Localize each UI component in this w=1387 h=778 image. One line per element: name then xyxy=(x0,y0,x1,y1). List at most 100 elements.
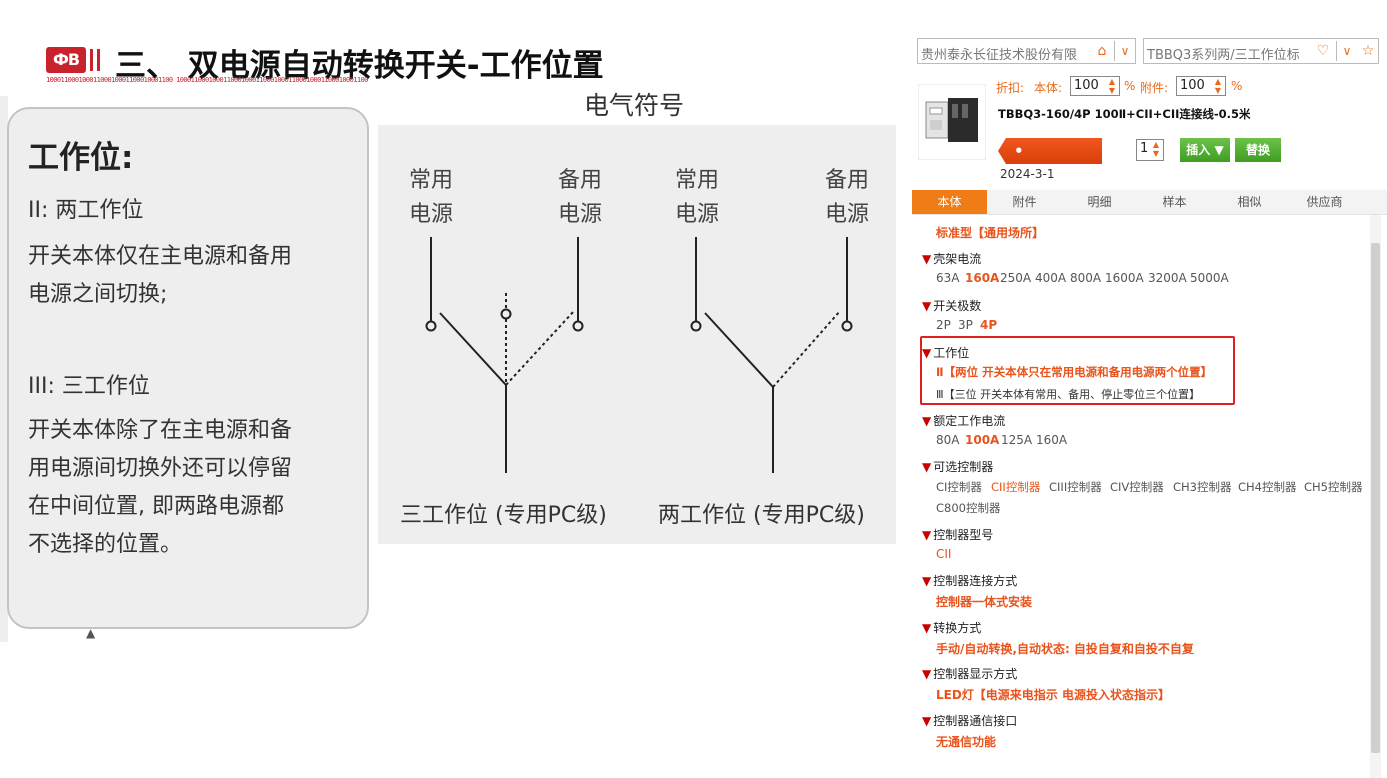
series-combo[interactable]: TBBQ3系列两/三工作位标 ♡ ∨ ☆ xyxy=(1143,38,1379,64)
desc-line: 开关本体仅在主电源和备用 xyxy=(28,244,293,269)
section-controllers[interactable]: ▼ 可选控制器 xyxy=(922,458,993,475)
option-civ-controller[interactable]: CIV控制器 xyxy=(1110,479,1164,495)
scrollbar-thumb[interactable] xyxy=(1371,243,1380,753)
tab-suppliers[interactable]: 供应商 xyxy=(1287,190,1362,214)
spinner-arrows-icon[interactable]: ▲ ▼ xyxy=(1106,77,1118,95)
price-tag: • ¥6235.00 xyxy=(998,138,1102,164)
vertical-scrollbar[interactable] xyxy=(1370,215,1381,778)
collapse-triangle-icon: ▼ xyxy=(922,714,932,728)
three-position-symbol xyxy=(425,237,584,473)
tab-details[interactable]: 明细 xyxy=(1062,190,1137,214)
collapse-triangle-icon: ▼ xyxy=(922,621,932,635)
star-icon[interactable]: ☆ xyxy=(1359,43,1377,59)
option-80a[interactable]: 80A xyxy=(936,433,959,447)
option-3p[interactable]: 3P xyxy=(958,318,973,332)
standard-type-option[interactable]: 标准型【通用场所】 xyxy=(936,224,1044,241)
section-connection[interactable]: ▼ 控制器连接方式 xyxy=(922,572,1017,589)
option-ch5-controller[interactable]: CH5控制器 xyxy=(1304,479,1363,495)
section-title: 控制器显示方式 xyxy=(933,667,1018,681)
chevron-down-icon[interactable]: ∨ xyxy=(1114,41,1135,61)
spinner-arrows-icon[interactable]: ▲ ▼ xyxy=(1212,77,1224,95)
replace-button[interactable]: 替换 xyxy=(1235,138,1281,162)
body-discount-input[interactable]: 100 ▲ ▼ xyxy=(1070,76,1120,96)
two-position-symbol xyxy=(690,237,853,473)
collapse-triangle-icon: ▼ xyxy=(922,574,932,588)
option-ciii-controller[interactable]: CIII控制器 xyxy=(1049,479,1102,495)
section-title: 可选控制器 xyxy=(933,460,994,474)
three-position-description: 开关本体除了在主电源和备 用电源间切换外还可以停留 在中间位置, 即两路电源都 … xyxy=(28,412,292,564)
collapse-triangle-icon: ▼ xyxy=(922,460,932,474)
option-100a[interactable]: 100A xyxy=(965,433,999,447)
option-63a[interactable]: 63A xyxy=(936,271,959,285)
release-date: 2024-3-1 xyxy=(1000,167,1055,181)
insert-button[interactable]: 插入 ▼ xyxy=(1180,138,1230,162)
collapse-triangle-icon: ▼ xyxy=(922,252,932,266)
option-ch4-controller[interactable]: CH4控制器 xyxy=(1238,479,1297,495)
favorite-house-icon[interactable]: ⌂ xyxy=(1093,43,1111,59)
section-title: 开关极数 xyxy=(933,299,982,313)
section-controller-model[interactable]: ▼ 控制器型号 xyxy=(922,526,993,543)
body-discount-value: 100 xyxy=(1074,78,1099,93)
chevron-down-icon[interactable]: ∨ xyxy=(1336,41,1357,61)
desc-line: 不选择的位置。 xyxy=(28,532,183,557)
option-2p[interactable]: 2P xyxy=(936,318,951,332)
favorite-heart-icon[interactable]: ♡ xyxy=(1314,43,1332,59)
accessory-discount-input[interactable]: 100 ▲ ▼ xyxy=(1176,76,1226,96)
option-5000a[interactable]: 5000A xyxy=(1190,271,1229,285)
tab-accessories[interactable]: 附件 xyxy=(987,190,1062,214)
scroll-up-marker[interactable]: ▲ xyxy=(86,626,95,640)
accessory-discount-value: 100 xyxy=(1180,78,1205,93)
section-poles[interactable]: ▼ 开关极数 xyxy=(922,297,981,314)
option-transfer-mode[interactable]: 手动/自动转换,自动状态: 自投自复和自投不自复 xyxy=(936,640,1194,657)
option-3200a[interactable]: 3200A xyxy=(1148,271,1187,285)
quantity-value: 1 xyxy=(1140,141,1149,156)
caption-three-position: 三工作位 (专用PC级) xyxy=(400,503,607,528)
option-800a[interactable]: 800A xyxy=(1070,271,1101,285)
section-title: 壳架电流 xyxy=(933,252,982,266)
option-160a[interactable]: 160A xyxy=(1036,433,1067,447)
collapse-triangle-icon: ▼ xyxy=(922,299,932,313)
section-communication[interactable]: ▼ 控制器通信接口 xyxy=(922,712,1017,729)
percent-label: % xyxy=(1124,79,1136,93)
option-160a[interactable]: 160A xyxy=(965,271,999,285)
option-1600a[interactable]: 1600A xyxy=(1105,271,1144,285)
section-title: 控制器型号 xyxy=(933,528,994,542)
spinner-arrows-icon[interactable]: ▲ ▼ xyxy=(1150,140,1162,158)
section-display[interactable]: ▼ 控制器显示方式 xyxy=(922,665,1017,682)
option-cii-controller[interactable]: CII控制器 xyxy=(991,479,1040,495)
product-name: TBBQ3-160/4P 100Ⅱ+CII+CII连接线-0.5米 xyxy=(998,107,1251,121)
option-no-communication[interactable]: 无通信功能 xyxy=(936,733,996,750)
quantity-stepper[interactable]: 1 ▲ ▼ xyxy=(1136,139,1164,161)
section-frame-current[interactable]: ▼ 壳架电流 xyxy=(922,250,981,267)
section-rated-current[interactable]: ▼ 额定工作电流 xyxy=(922,412,1005,429)
section-transfer-mode[interactable]: ▼ 转换方式 xyxy=(922,619,981,636)
caption-two-position: 两工作位 (专用PC级) xyxy=(658,503,865,528)
diagram-title: 电气符号 xyxy=(584,91,685,120)
option-ch3-controller[interactable]: CH3控制器 xyxy=(1173,479,1232,495)
company-combo[interactable]: 贵州泰永长征技术股份有限 ⌂ ∨ xyxy=(917,38,1136,64)
section-title: 控制器通信接口 xyxy=(933,714,1018,728)
tab-similar[interactable]: 相似 xyxy=(1212,190,1287,214)
option-125a[interactable]: 125A xyxy=(1001,433,1032,447)
series-combo-text: TBBQ3系列两/三工作位标 xyxy=(1147,48,1300,63)
option-two-position[interactable]: Ⅱ【两位 开关本体只在常用电源和备用电源两个位置】 xyxy=(936,364,1212,380)
accessory-discount-label: 附件: xyxy=(1140,81,1169,95)
option-400a[interactable]: 400A xyxy=(1035,271,1066,285)
desc-line: 在中间位置, 即两路电源都 xyxy=(28,494,284,519)
option-three-position[interactable]: Ⅲ【三位 开关本体有常用、备用、停止零位三个位置】 xyxy=(936,386,1200,402)
tab-samples[interactable]: 样本 xyxy=(1137,190,1212,214)
option-ci-controller[interactable]: CI控制器 xyxy=(936,479,982,495)
company-combo-text: 贵州泰永长征技术股份有限 xyxy=(921,48,1078,63)
option-250a[interactable]: 250A xyxy=(1000,271,1031,285)
option-cii-model[interactable]: CII xyxy=(936,547,951,561)
tab-bar: 本体 附件 明细 样本 相似 供应商 xyxy=(912,190,1387,215)
option-led-display[interactable]: LED灯【电源来电指示 电源投入状态指示】 xyxy=(936,686,1170,703)
desc-line: 用电源间切换外还可以停留 xyxy=(28,456,293,481)
tab-body[interactable]: 本体 xyxy=(912,190,987,214)
option-c800-controller[interactable]: C800控制器 xyxy=(936,500,1000,516)
option-4p[interactable]: 4P xyxy=(980,318,997,332)
collapse-triangle-icon: ▼ xyxy=(922,346,932,360)
section-work-position[interactable]: ▼ 工作位 xyxy=(922,344,969,361)
option-integrated-install[interactable]: 控制器一体式安装 xyxy=(936,593,1032,610)
switch-symbols xyxy=(425,237,853,473)
